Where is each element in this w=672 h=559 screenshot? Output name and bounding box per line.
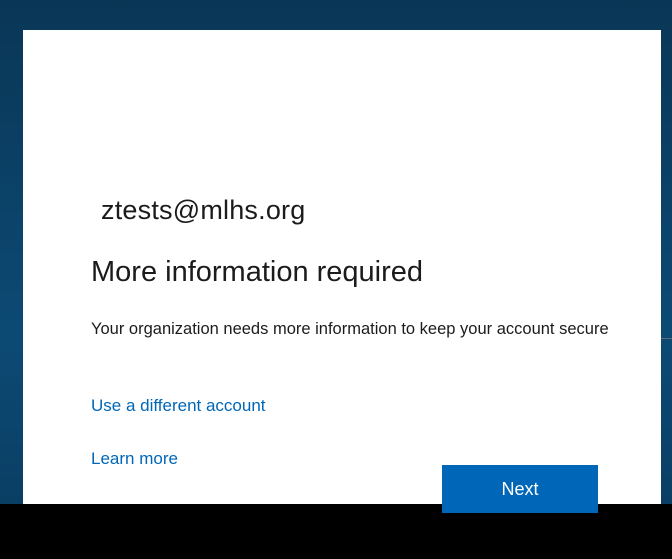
account-email: ztests@mlhs.org (101, 195, 306, 225)
use-different-account-link[interactable]: Use a different account (91, 394, 266, 418)
sign-in-dialog: ztests@mlhs.org More information require… (23, 30, 661, 513)
dialog-description: Your organization needs more information… (91, 320, 609, 338)
background-divider (661, 338, 672, 339)
page-title: More information required (91, 256, 424, 288)
learn-more-link[interactable]: Learn more (91, 447, 178, 471)
next-button[interactable]: Next (442, 465, 598, 513)
